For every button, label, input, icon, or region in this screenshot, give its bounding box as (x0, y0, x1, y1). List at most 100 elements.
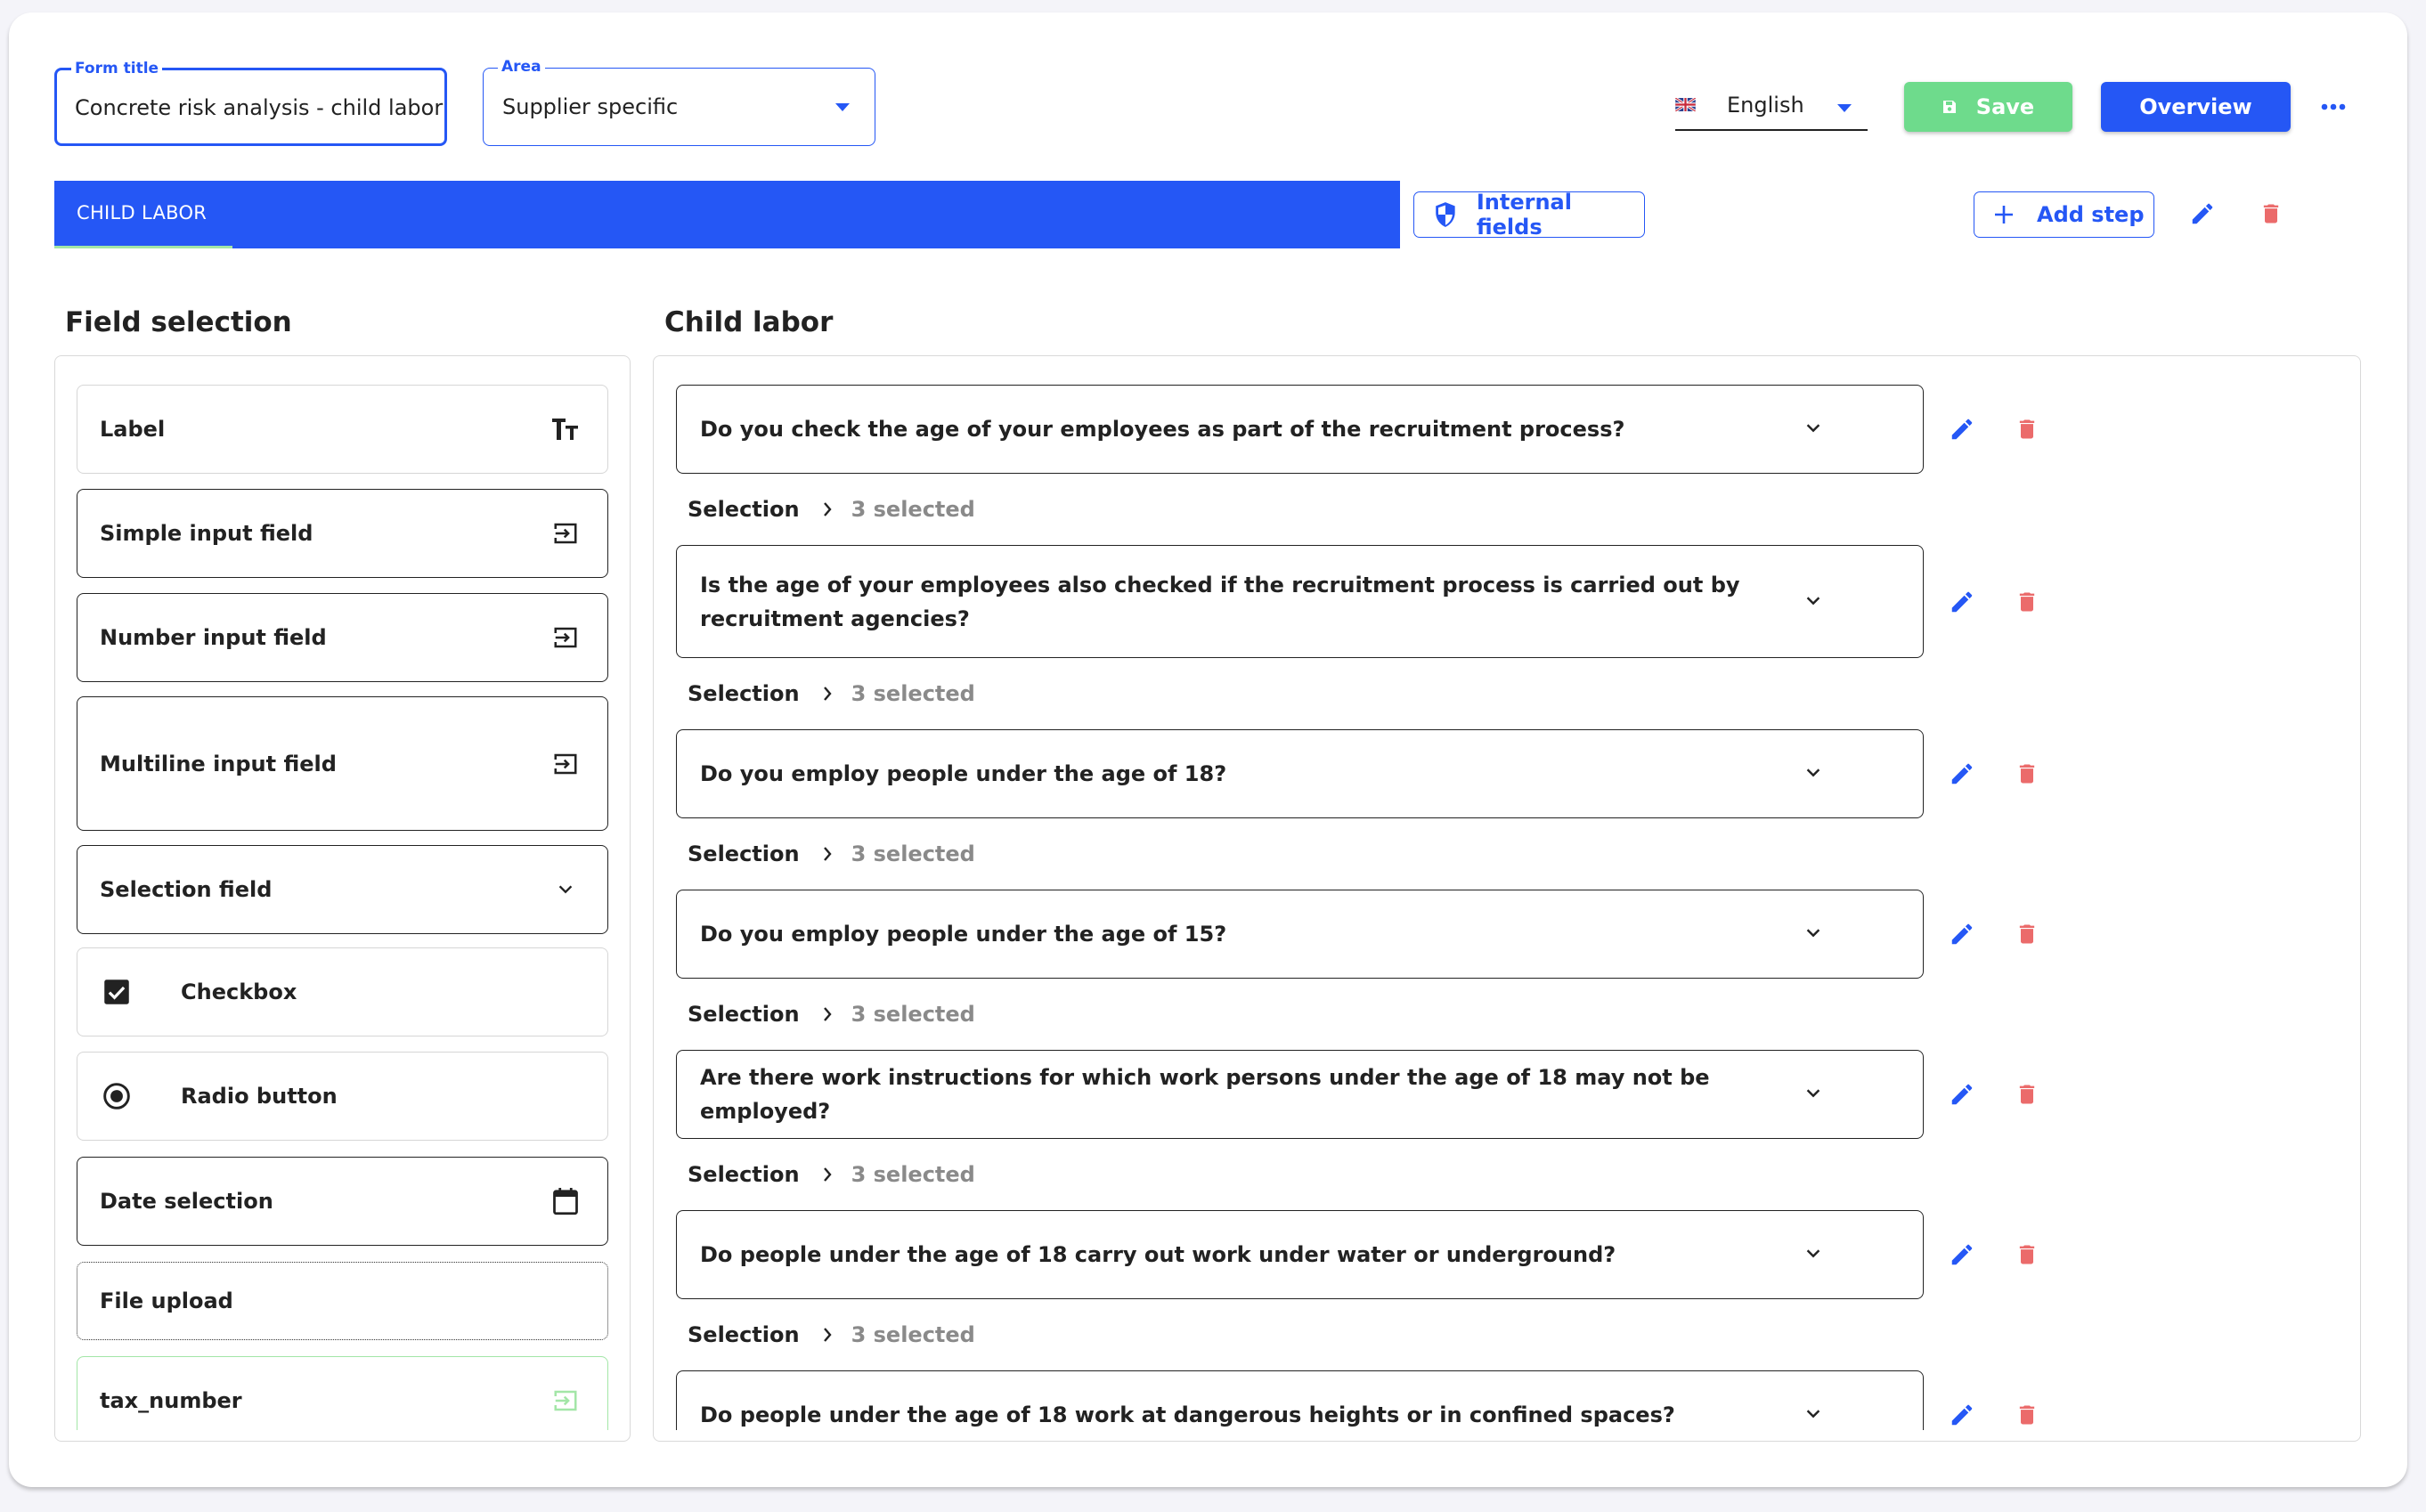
tab-label: CHILD LABOR (77, 202, 208, 224)
question-field[interactable]: Are there work instructions for which wo… (676, 1050, 1924, 1139)
field-item-text: Date selection (100, 1189, 273, 1214)
delete-question-button[interactable] (2011, 413, 2043, 445)
step-tab-bar: CHILD LABOR (54, 181, 1400, 248)
selection-count: 3 selected (851, 1162, 975, 1187)
trash-icon (2019, 924, 2035, 944)
selection-options-link[interactable]: Selection 3 selected (688, 493, 975, 525)
selection-count: 3 selected (851, 497, 975, 522)
selection-label: Selection (688, 1002, 800, 1027)
save-label: Save (1975, 94, 2035, 119)
question-field[interactable]: Do people under the age of 18 carry out … (676, 1210, 1924, 1299)
form-title-value[interactable]: Concrete risk analysis - child labor (75, 95, 443, 120)
chevron-down-icon (1806, 768, 1820, 777)
edit-question-button[interactable] (1946, 586, 1978, 618)
question-text: Are there work instructions for which wo… (700, 1065, 1710, 1124)
field-item-checkbox[interactable]: Checkbox (77, 947, 608, 1036)
delete-question-button[interactable] (2011, 1239, 2043, 1271)
save-button[interactable]: Save (1904, 82, 2072, 132)
tab-child-labor[interactable]: CHILD LABOR (54, 181, 232, 248)
selection-options-link[interactable]: Selection 3 selected (688, 1158, 975, 1191)
pencil-icon (1951, 923, 1973, 945)
field-item-radio[interactable]: Radio button (77, 1052, 608, 1141)
field-item-date[interactable]: Date selection (77, 1157, 608, 1246)
caret-down-icon (1837, 104, 1852, 112)
question-field[interactable]: Do you employ people under the age of 15… (676, 890, 1924, 979)
delete-step-button[interactable] (2255, 198, 2287, 230)
form-editor-card: Form title Concrete risk analysis - chil… (9, 12, 2407, 1487)
delete-question-button[interactable] (2011, 758, 2043, 790)
chevron-down-icon (1806, 596, 1820, 605)
step-fields-panel: Do you check the age of your employees a… (653, 355, 2361, 1442)
edit-question-button[interactable] (1946, 1078, 1978, 1110)
overview-button[interactable]: Overview (2101, 82, 2291, 132)
pencil-icon (1951, 1244, 1973, 1265)
delete-question-button[interactable] (2011, 1399, 2043, 1430)
field-item-tax-number[interactable]: tax_number (77, 1356, 608, 1430)
question-field[interactable]: Is the age of your employees also checke… (676, 545, 1924, 658)
area-label: Area (498, 57, 545, 77)
edit-question-button[interactable] (1946, 1239, 1978, 1271)
selection-options-link[interactable]: Selection 3 selected (688, 1319, 975, 1351)
question-text: Do people under the age of 18 carry out … (700, 1242, 1616, 1267)
selection-options-link[interactable]: Selection 3 selected (688, 678, 975, 710)
field-item-label[interactable]: Label (77, 385, 608, 474)
edit-question-button[interactable] (1946, 413, 1978, 445)
question-text: Do you employ people under the age of 15… (700, 922, 1227, 947)
selection-count: 3 selected (851, 1322, 975, 1347)
question-text: Do you employ people under the age of 18… (700, 761, 1227, 786)
chevron-down-icon (551, 875, 580, 904)
overview-label: Overview (2139, 94, 2252, 119)
trash-icon (2019, 1405, 2035, 1425)
selection-options-link[interactable]: Selection 3 selected (688, 838, 975, 870)
language-select[interactable]: English (1675, 82, 1868, 131)
field-item-text: Multiline input field (100, 751, 337, 776)
field-list[interactable]: Label Simple input field Number input fi… (55, 356, 630, 1430)
more-horizontal-icon (2321, 103, 2346, 110)
chevron-right-icon (823, 1007, 832, 1021)
input-icon (551, 750, 580, 778)
field-item-simple-input[interactable]: Simple input field (77, 489, 608, 578)
field-item-selection[interactable]: Selection field (77, 845, 608, 934)
edit-step-button[interactable] (2186, 198, 2218, 230)
chevron-down-icon (1806, 424, 1820, 433)
pencil-icon (1951, 1404, 1973, 1426)
input-icon (551, 519, 580, 548)
trash-icon (2019, 419, 2035, 439)
field-selection-panel: Label Simple input field Number input fi… (54, 355, 631, 1442)
chevron-down-icon (1806, 1249, 1820, 1258)
shield-icon (1436, 202, 1455, 227)
question-list[interactable]: Do you check the age of your employees a… (654, 356, 2360, 1430)
add-step-button[interactable]: Add step (1974, 191, 2154, 238)
edit-question-button[interactable] (1946, 758, 1978, 790)
chevron-right-icon (823, 687, 832, 701)
caret-down-icon (835, 103, 850, 111)
edit-question-button[interactable] (1946, 918, 1978, 950)
field-item-file-upload[interactable]: File upload (77, 1262, 608, 1340)
trash-icon (2019, 1085, 2035, 1104)
field-item-multiline-input[interactable]: Multiline input field (77, 696, 608, 831)
chevron-right-icon (823, 1167, 832, 1182)
area-value: Supplier specific (502, 94, 679, 119)
form-title-field[interactable]: Form title Concrete risk analysis - chil… (54, 59, 447, 146)
internal-fields-button[interactable]: Internal fields (1413, 190, 1645, 240)
delete-question-button[interactable] (2011, 1078, 2043, 1110)
delete-question-button[interactable] (2011, 918, 2043, 950)
edit-question-button[interactable] (1946, 1399, 1978, 1430)
field-item-number-input[interactable]: Number input field (77, 593, 608, 682)
area-select[interactable]: Area Supplier specific (483, 57, 875, 146)
selection-label: Selection (688, 1322, 800, 1347)
pencil-icon (1951, 419, 1973, 440)
pencil-icon (2192, 203, 2213, 224)
delete-question-button[interactable] (2011, 586, 2043, 618)
more-options-button[interactable] (2316, 89, 2351, 125)
question-field[interactable]: Do people under the age of 18 work at da… (676, 1370, 1924, 1430)
question-field[interactable]: Do you employ people under the age of 18… (676, 729, 1924, 818)
language-value: English (1727, 93, 1804, 118)
selection-options-link[interactable]: Selection 3 selected (688, 998, 975, 1030)
field-item-text: File upload (100, 1288, 233, 1313)
chevron-right-icon (823, 1328, 832, 1342)
input-icon (551, 623, 580, 652)
question-field[interactable]: Do you check the age of your employees a… (676, 385, 1924, 474)
field-item-text: tax_number (100, 1388, 242, 1413)
chevron-right-icon (823, 847, 832, 861)
